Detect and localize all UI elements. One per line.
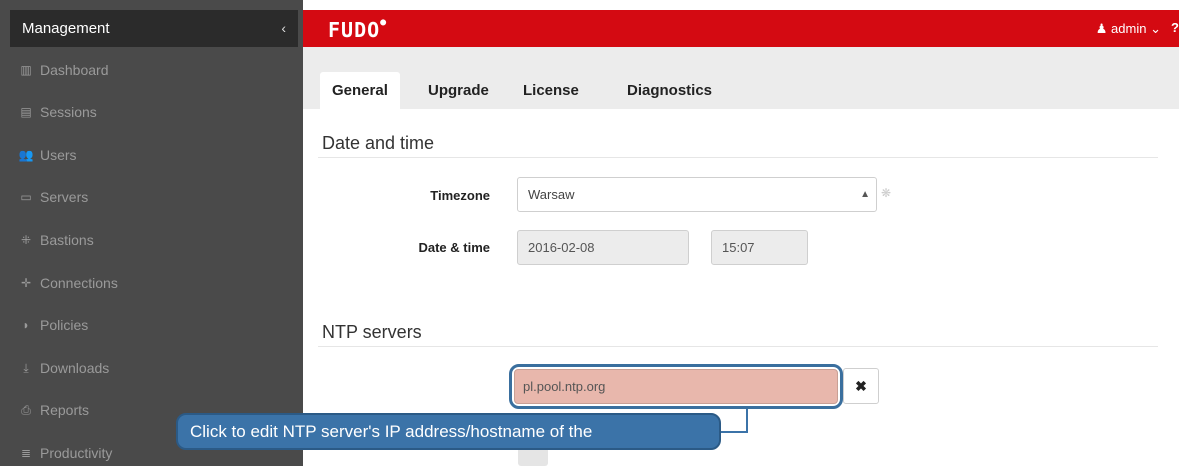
- top-bar: FUDO● ♟ admin ⌄ ?: [303, 10, 1179, 47]
- highlight-ring: [509, 364, 843, 409]
- sidebar-item-label: Policies: [40, 317, 89, 333]
- dashboard-icon: ▥: [20, 63, 32, 77]
- date-field: 2016-02-08: [517, 230, 689, 265]
- collapse-sidebar-icon[interactable]: ‹: [281, 10, 286, 47]
- section-title-ntp: NTP servers: [322, 322, 422, 342]
- section-title-date-time: Date and time: [322, 133, 435, 153]
- select-arrows-icon: ▲: [860, 189, 870, 200]
- sidebar-item-label: Downloads: [40, 360, 110, 376]
- downloads-icon: ⤓: [23, 361, 29, 375]
- remove-ntp-server-button[interactable]: ✖: [843, 368, 879, 404]
- sidebar-item-policies[interactable]: ◗ Policies: [18, 314, 88, 336]
- time-field: 15:07: [711, 230, 808, 265]
- timezone-label: Timezone: [430, 188, 490, 203]
- sidebar-item-users[interactable]: 👥 Users: [18, 144, 77, 166]
- tab-license[interactable]: License: [511, 72, 591, 109]
- user-menu[interactable]: ♟ admin ⌄: [1096, 21, 1161, 37]
- users-icon: 👥: [18, 148, 34, 162]
- fudo-logo[interactable]: FUDO●: [328, 17, 387, 42]
- sidebar-item-downloads[interactable]: ⤓ Downloads: [18, 357, 109, 379]
- sidebar-item-productivity[interactable]: ≣ Productivity: [18, 442, 112, 464]
- servers-icon: ▭: [20, 190, 32, 204]
- tooltip-callout: Click to edit NTP server's IP address/ho…: [176, 413, 721, 450]
- sidebar-item-label: Bastions: [40, 232, 94, 248]
- sidebar-item-connections[interactable]: ✛ Connections: [18, 272, 118, 294]
- sidebar-item-label: Productivity: [40, 445, 113, 461]
- timezone-select[interactable]: Warsaw ▲: [517, 177, 877, 212]
- user-name: admin: [1111, 21, 1147, 36]
- tab-diagnostics[interactable]: Diagnostics: [615, 72, 724, 109]
- sidebar-item-label: Users: [40, 147, 77, 163]
- help-icon[interactable]: ?: [1171, 20, 1179, 35]
- sidebar-item-label: Reports: [40, 402, 90, 418]
- sidebar-item-label: Sessions: [40, 104, 97, 120]
- sidebar-item-bastions[interactable]: ⁜ Bastions: [18, 229, 94, 251]
- timezone-value: Warsaw: [528, 187, 575, 202]
- policies-icon: ◗: [22, 318, 30, 332]
- chevron-down-icon: ⌄: [1150, 21, 1161, 36]
- sidebar-item-dashboard[interactable]: ▥ Dashboard: [18, 59, 109, 81]
- sidebar-item-reports[interactable]: ⎙ Reports: [18, 399, 89, 421]
- sidebar-item-servers[interactable]: ▭ Servers: [18, 186, 88, 208]
- callout-connector: [719, 431, 748, 433]
- sidebar-item-label: Servers: [40, 189, 89, 205]
- connections-icon: ✛: [20, 276, 32, 290]
- sidebar: Management ‹ ▥ Dashboard ▤ Sessions 👥 Us…: [0, 0, 303, 466]
- divider: [318, 346, 1158, 347]
- bastions-icon: ⁜: [20, 233, 32, 247]
- datetime-label: Date & time: [418, 240, 490, 255]
- productivity-icon: ≣: [20, 446, 32, 460]
- tab-general[interactable]: General: [320, 72, 400, 109]
- sidebar-item-sessions[interactable]: ▤ Sessions: [18, 101, 97, 123]
- sidebar-title: Management: [22, 20, 110, 37]
- divider: [318, 157, 1158, 158]
- close-icon: ✖: [855, 378, 867, 394]
- tab-upgrade[interactable]: Upgrade: [416, 72, 501, 109]
- tab-bar: General Upgrade License Diagnostics: [303, 47, 1179, 109]
- reports-icon: ⎙: [21, 403, 31, 417]
- user-icon: ♟: [1095, 21, 1108, 36]
- callout-connector: [746, 409, 748, 433]
- gear-icon[interactable]: ❋: [881, 186, 891, 200]
- sidebar-item-label: Dashboard: [40, 62, 109, 78]
- sidebar-header: Management ‹: [10, 10, 298, 47]
- sidebar-item-label: Connections: [40, 275, 118, 291]
- sessions-icon: ▤: [20, 105, 32, 119]
